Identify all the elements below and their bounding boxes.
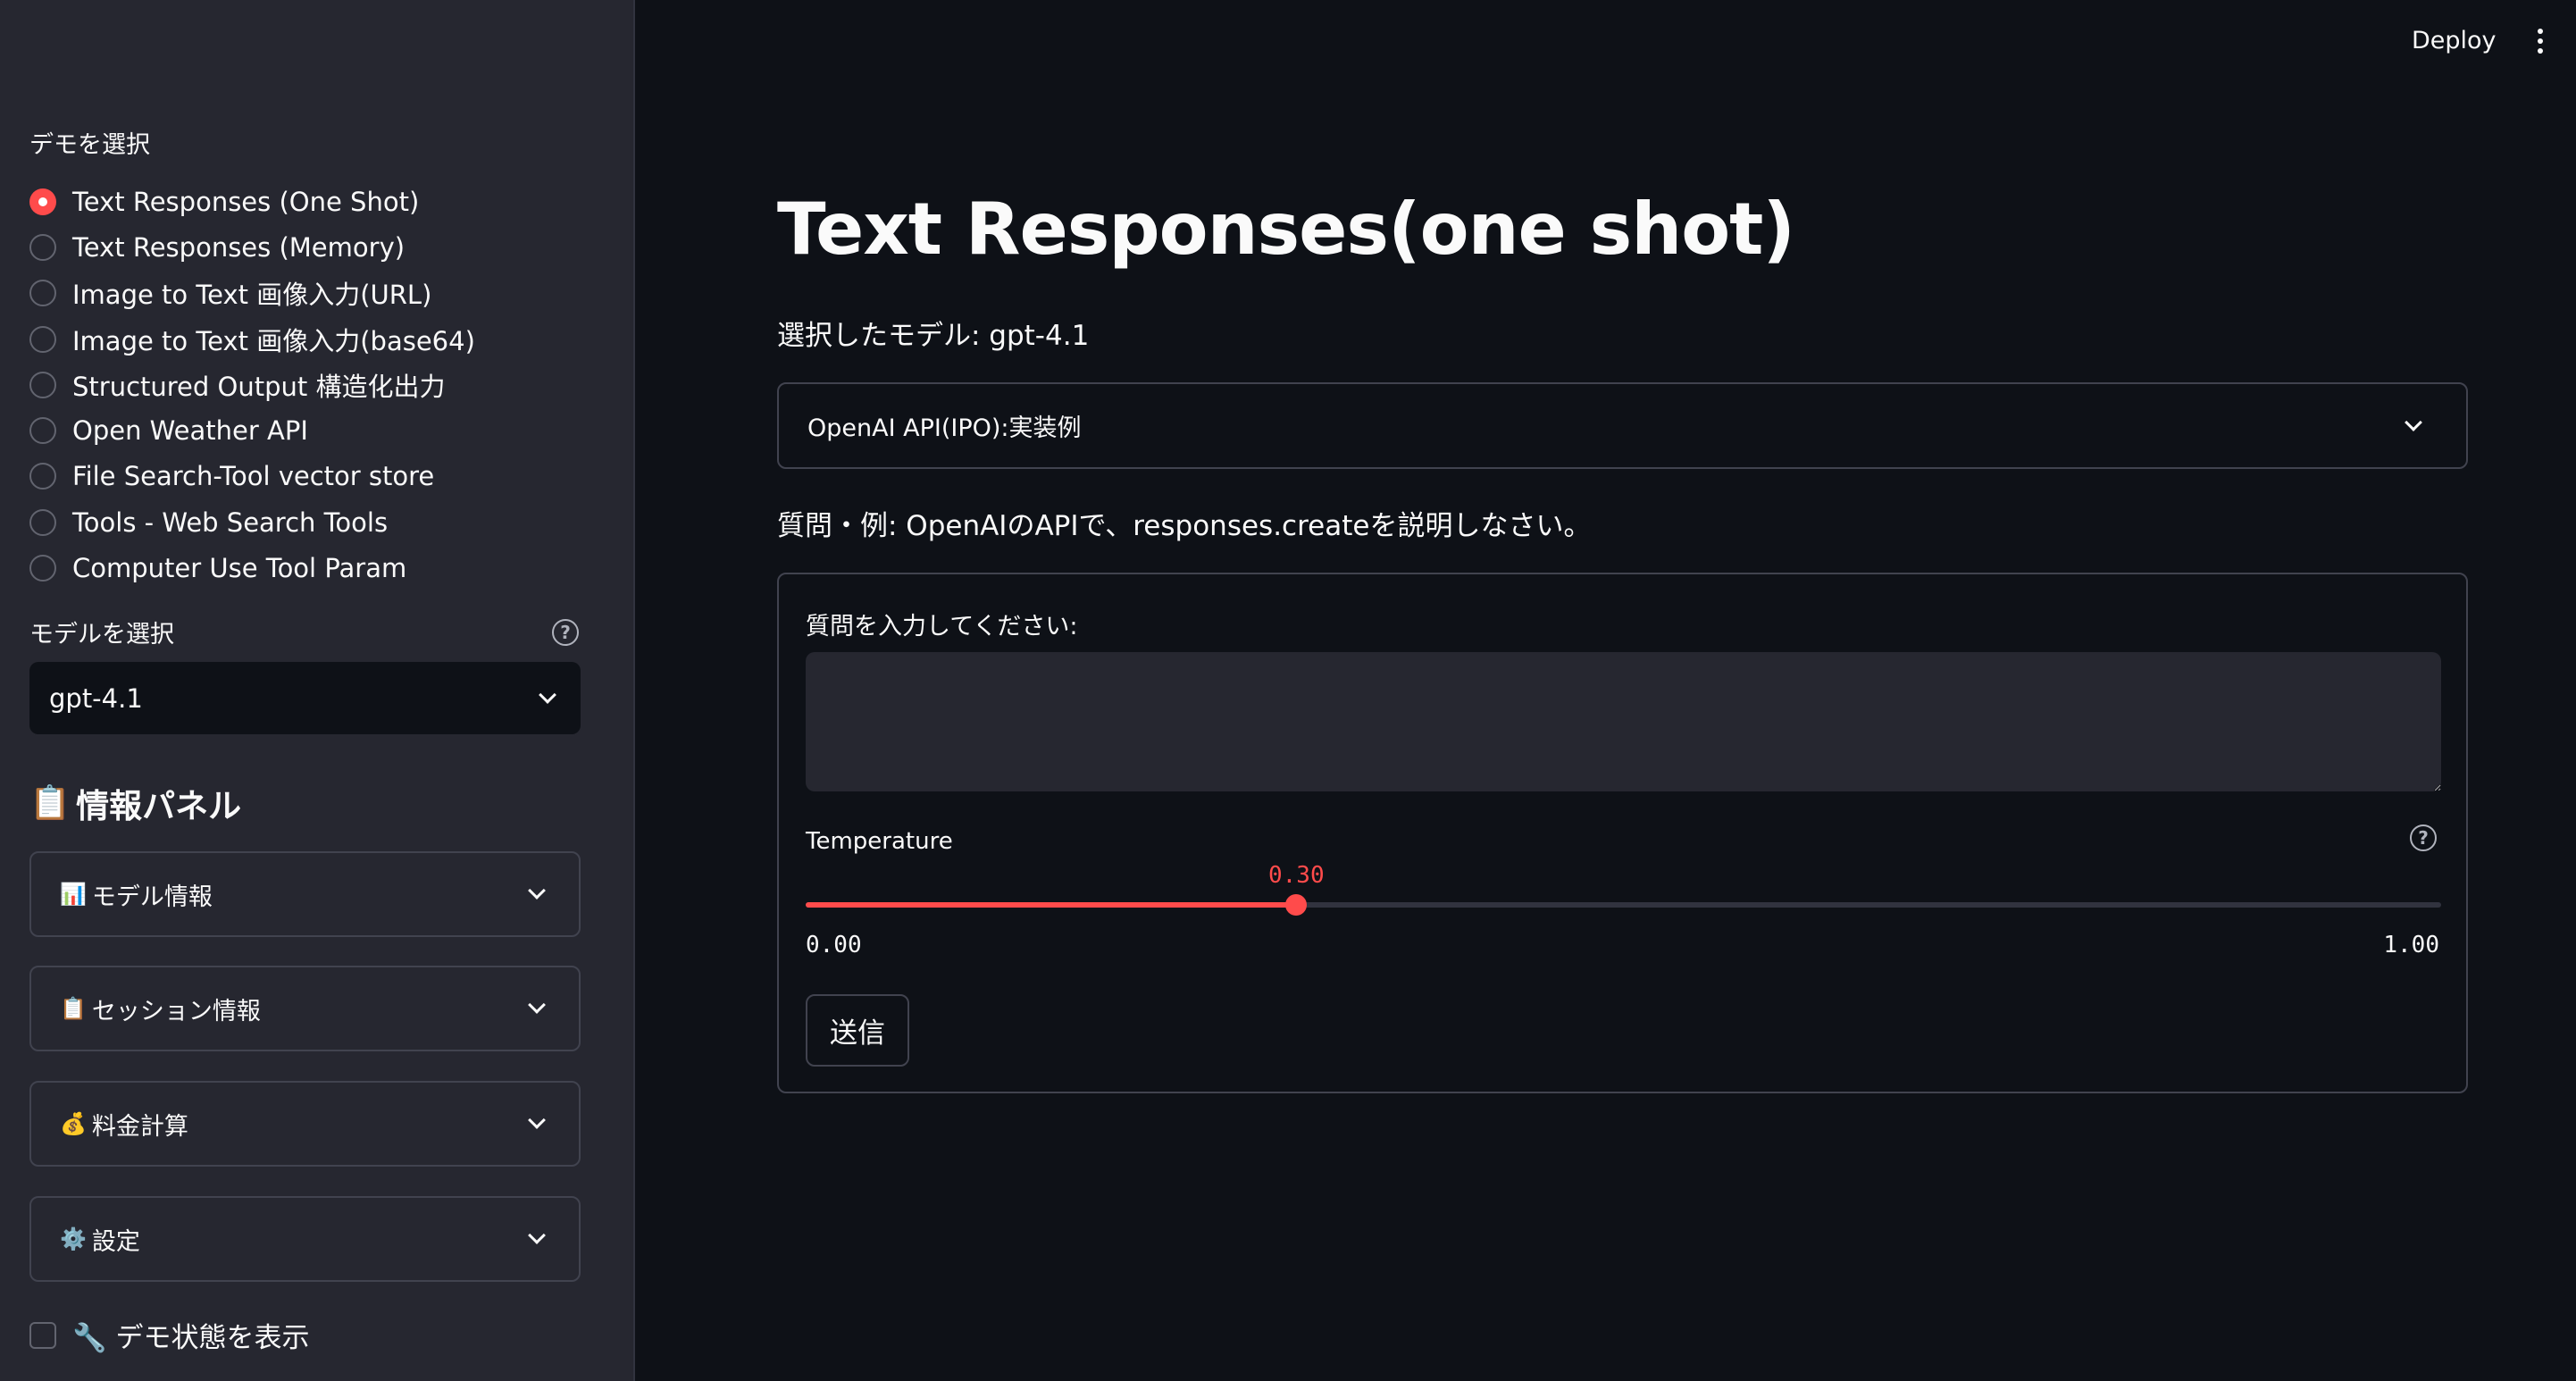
kebab-menu-icon[interactable] [2537,29,2544,55]
expander-model-info[interactable]: 📊 モデル情報 [29,851,581,937]
page-title: Text Responses(one shot) [777,188,1795,271]
radio-unselected-icon[interactable] [29,417,56,445]
demo-radio-group: Text Responses (One Shot) Text Responses… [29,179,475,591]
question-textarea[interactable] [806,652,2441,791]
help-icon[interactable]: ? [2410,824,2437,851]
info-panel-title: 情報パネル [76,787,242,825]
demo-radio-label: Open Weather API [72,415,308,447]
gear-icon: ⚙️ [60,1226,87,1251]
radio-unselected-icon[interactable] [29,555,56,582]
model-select-value: gpt-4.1 [49,682,143,714]
demo-radio-label: Image to Text 画像入力(URL) [72,280,432,311]
api-example-select-value: OpenAI API(IPO):実装例 [807,414,1082,442]
radio-unselected-icon[interactable] [29,508,56,536]
demo-select-label: デモを選択 [29,131,150,159]
demo-radio-option[interactable]: File Search-Tool vector store [29,454,475,499]
temperature-label: Temperature [806,828,953,855]
show-demo-state-checkbox[interactable]: 🔧 デモ状態を表示 [29,1315,309,1355]
expander-label: 設定 [91,1227,140,1256]
demo-radio-option[interactable]: Text Responses (One Shot) [29,179,475,224]
submit-button[interactable]: 送信 [806,994,909,1067]
question-form: 質問を入力してください: Temperature ? 0.30 0.00 1.0… [777,573,2468,1093]
slider-max-label: 1.00 [2383,932,2439,958]
checkbox-label: 🔧 デモ状態を表示 [72,1315,309,1355]
chevron-down-icon [528,1111,546,1129]
demo-radio-option[interactable]: Structured Output 構造化出力 [29,362,475,407]
app-root: デモを選択 Text Responses (One Shot) Text Res… [0,0,2576,1381]
clipboard-icon: 📋 [60,996,87,1021]
demo-radio-label: Structured Output 構造化出力 [72,371,446,402]
demo-radio-option[interactable]: Open Weather API [29,407,475,453]
demo-radio-label: Computer Use Tool Param [72,553,407,584]
expander-settings[interactable]: ⚙️ 設定 [29,1196,581,1282]
slider-thumb[interactable] [1285,894,1308,916]
demo-radio-option[interactable]: Text Responses (Memory) [29,224,475,270]
demo-radio-label: Tools - Web Search Tools [72,506,389,538]
expander-pricing[interactable]: 💰 料金計算 [29,1081,581,1167]
help-icon[interactable]: ? [552,619,579,646]
checkbox-label-text: デモ状態を表示 [115,1322,310,1354]
demo-radio-option[interactable]: Tools - Web Search Tools [29,499,475,545]
chevron-down-icon [528,996,546,1014]
demo-radio-option[interactable]: Image to Text 画像入力(URL) [29,271,475,316]
expander-label: 料金計算 [91,1112,188,1141]
api-example-select[interactable]: OpenAI API(IPO):実装例 [777,382,2468,469]
bar-chart-icon: 📊 [60,882,87,907]
demo-radio-label: Text Responses (One Shot) [72,186,420,217]
model-select[interactable]: gpt-4.1 [29,662,581,734]
radio-unselected-icon[interactable] [29,325,56,353]
money-bag-icon: 💰 [60,1111,87,1136]
question-input-label: 質問を入力してください: [806,613,1078,640]
model-select-label: モデルを選択 [29,621,174,649]
slider-fill [806,902,1297,908]
temperature-value: 0.30 [1267,862,1325,889]
radio-unselected-icon[interactable] [29,371,56,398]
selected-model-text: 選択したモデル: gpt-4.1 [777,320,1090,352]
wrench-icon: 🔧 [72,1322,107,1354]
temperature-slider[interactable] [806,894,2441,916]
checkbox-unchecked-icon[interactable] [29,1321,56,1349]
radio-unselected-icon[interactable] [29,463,56,490]
radio-unselected-icon[interactable] [29,280,56,307]
expander-label: モデル情報 [91,883,213,911]
clipboard-icon: 📋 [29,783,71,822]
slider-min-label: 0.00 [806,932,862,958]
demo-radio-label: Text Responses (Memory) [72,231,406,263]
question-example-text: 質問・例: OpenAIのAPIで、responses.createを説明しなさ… [777,510,1592,542]
info-panel-heading: 📋 情報パネル [29,779,241,827]
demo-radio-option[interactable]: Image to Text 画像入力(base64) [29,316,475,362]
demo-radio-option[interactable]: Computer Use Tool Param [29,545,475,590]
demo-radio-label: Image to Text 画像入力(base64) [72,325,475,356]
expander-session-info[interactable]: 📋 セッション情報 [29,966,581,1051]
chevron-down-icon [2405,413,2422,431]
demo-radio-label: File Search-Tool vector store [72,461,435,492]
chevron-down-icon [539,685,556,704]
radio-selected-icon[interactable] [29,188,56,215]
radio-unselected-icon[interactable] [29,233,56,261]
sidebar: デモを選択 Text Responses (One Shot) Text Res… [0,0,635,1381]
expander-label: セッション情報 [91,997,261,1025]
chevron-down-icon [528,1226,546,1244]
deploy-button[interactable]: Deploy [2412,27,2497,54]
chevron-down-icon [528,882,546,900]
